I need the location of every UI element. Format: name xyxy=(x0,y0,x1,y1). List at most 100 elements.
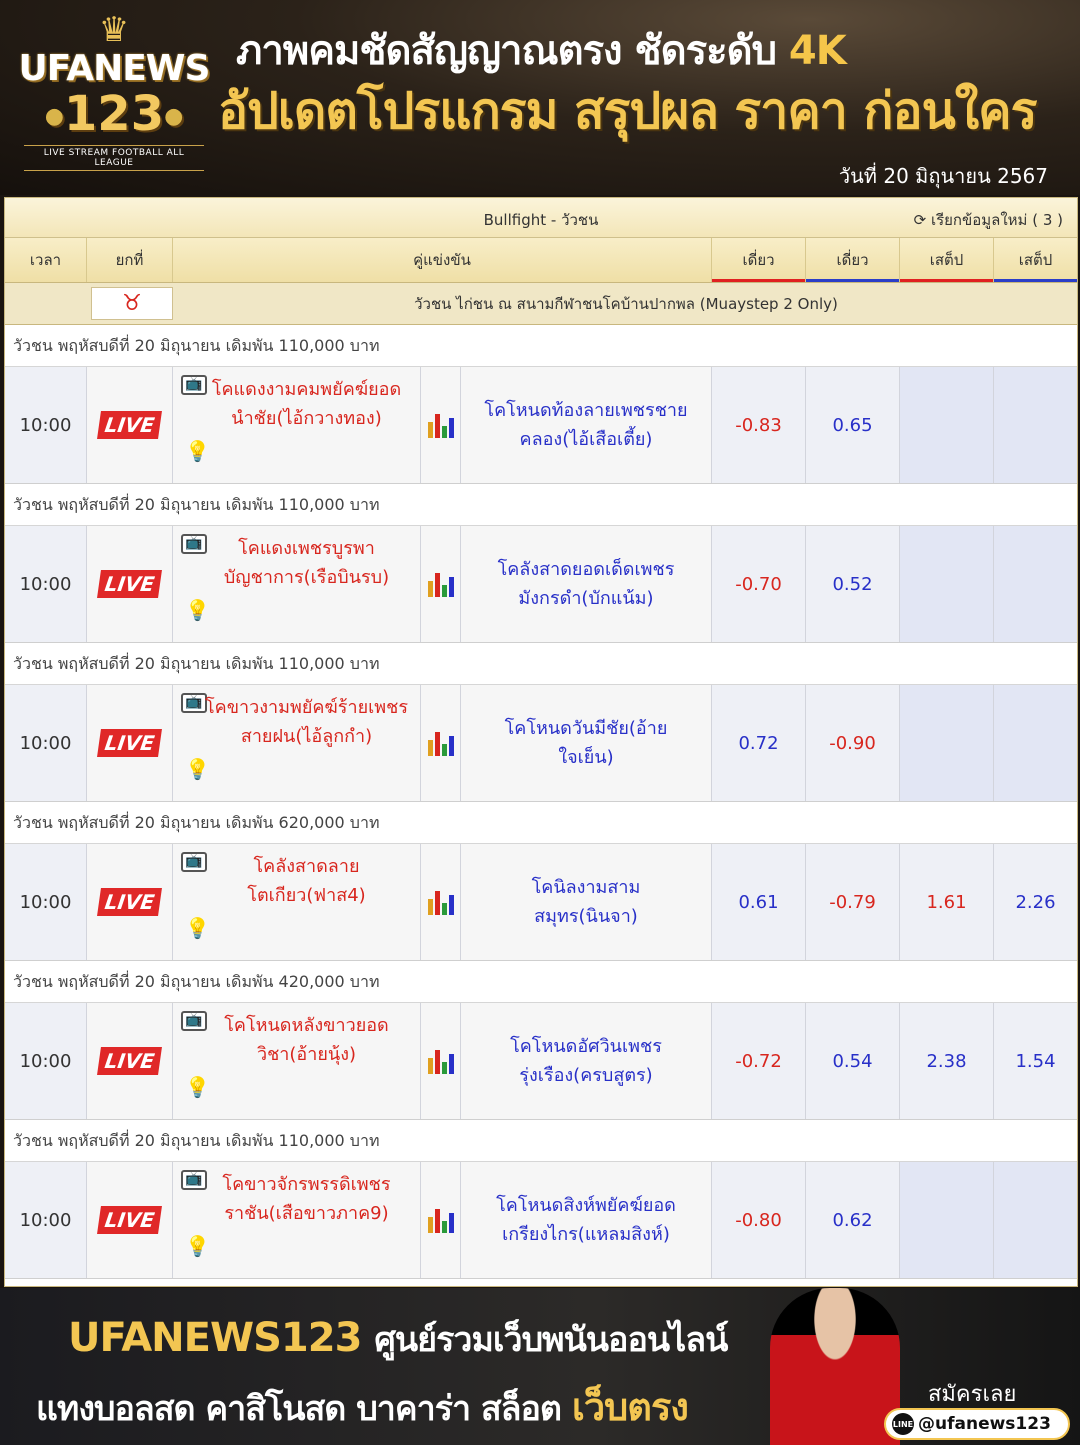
footer-services: แทงบอลสด คาสิโนสด บาคาร่า สล็อต xyxy=(36,1389,562,1429)
lightbulb-icon[interactable]: 💡 xyxy=(185,1234,210,1258)
odds-cell[interactable]: 0.65 xyxy=(806,367,900,483)
away-team-name[interactable]: โคโหนดวันมีชัย(อ้ายใจเย็น) xyxy=(461,685,712,801)
match-time: 10:00 xyxy=(5,685,87,801)
away-team-name[interactable]: โคลังสาดยอดเด็ดเพชรมังกรดำ(บักแน้ม) xyxy=(461,526,712,642)
logo-brand: UFANEWS xyxy=(18,48,211,89)
odds-cell xyxy=(994,685,1077,801)
col-step-1: เสต็ป xyxy=(900,238,994,282)
odds-cell xyxy=(994,367,1077,483)
live-badge-cell[interactable]: LIVE xyxy=(87,1003,173,1119)
match-list: วัวชน พฤหัสบดีที่ 20 มิถุนายน เดิมพัน 11… xyxy=(5,325,1077,1279)
lightbulb-icon[interactable]: 💡 xyxy=(185,916,210,940)
live-badge[interactable]: LIVE xyxy=(96,411,163,439)
match-time: 10:00 xyxy=(5,1003,87,1119)
live-badge-cell[interactable]: LIVE xyxy=(87,526,173,642)
match-time: 10:00 xyxy=(5,844,87,960)
home-team-name[interactable]: โคลังสาดลายโตเกียว(ฟาส4) xyxy=(203,852,410,910)
odds-panel: Bullfight - วัวชน ⟳ เรียกข้อมูลใหม่ ( 3 … xyxy=(4,197,1078,1287)
banner-footer: UFANEWS123 ศูนย์รวมเว็บพนันออนไลน์ แทงบอ… xyxy=(0,1288,1080,1445)
home-team-cell: 📺 โคแดงเพชรบูรพาบัญชาการ(เรือบินรบ) 💡 xyxy=(173,526,421,642)
match-row: 10:00 LIVE 📺 โคแดงงามคมพยัคฆ์ยอดนำชัย(ไอ้กว… xyxy=(5,367,1077,484)
odds-cell[interactable]: -0.80 xyxy=(712,1162,806,1278)
logo-number: 123 xyxy=(63,86,165,142)
odds-cell xyxy=(994,1162,1077,1278)
live-badge-cell[interactable]: LIVE xyxy=(87,367,173,483)
stats-cell[interactable] xyxy=(421,1162,461,1278)
odds-cell xyxy=(900,526,994,642)
home-team-cell: 📺 โคลังสาดลายโตเกียว(ฟาส4) 💡 xyxy=(173,844,421,960)
brand-logo: ♛ UFANEWS ●123● LIVE STREAM FOOTBALL ALL… xyxy=(18,10,210,188)
away-team-name[interactable]: โคโหนดท้องลายเพชรชายคลอง(ไอ้เสือเตี้ย) xyxy=(461,367,712,483)
match-subheader: วัวชน พฤหัสบดีที่ 20 มิถุนายน เดิมพัน 11… xyxy=(5,1120,1077,1162)
panel-titlebar: Bullfight - วัวชน ⟳ เรียกข้อมูลใหม่ ( 3 … xyxy=(5,198,1077,238)
live-badge-cell[interactable]: LIVE xyxy=(87,844,173,960)
col-time: เวลา xyxy=(5,238,87,282)
odds-cell[interactable]: 1.54 xyxy=(994,1003,1077,1119)
refresh-icon: ⟳ xyxy=(913,211,927,229)
away-team-name[interactable]: โคโหนดสิงห์พยัคฆ์ยอดเกรียงไกร(แหลมสิงห์) xyxy=(461,1162,712,1278)
live-badge-cell[interactable]: LIVE xyxy=(87,1162,173,1278)
odds-cell[interactable]: -0.83 xyxy=(712,367,806,483)
stats-icon[interactable] xyxy=(427,889,454,915)
odds-cell[interactable]: 2.26 xyxy=(994,844,1077,960)
match-row: 10:00 LIVE 📺 โคโหนดหลังขาวยอดวิชา(อ้ายนุ้ง)… xyxy=(5,1003,1077,1120)
line-contact-button[interactable]: LINE @ufanews123 xyxy=(884,1408,1070,1440)
col-round: ยกที่ xyxy=(87,238,173,282)
home-team-name[interactable]: โคแดงงามคมพยัคฆ์ยอดนำชัย(ไอ้กวางทอง) xyxy=(203,375,410,433)
stats-cell[interactable] xyxy=(421,1003,461,1119)
home-team-cell: 📺 โคขาวจักรพรรดิเพชรราชัน(เสือขาวภาค9) 💡 xyxy=(173,1162,421,1278)
odds-cell[interactable]: 0.52 xyxy=(806,526,900,642)
odds-cell[interactable]: 0.54 xyxy=(806,1003,900,1119)
match-subheader: วัวชน พฤหัสบดีที่ 20 มิถุนายน เดิมพัน 11… xyxy=(5,643,1077,685)
home-team-cell: 📺 โคแดงงามคมพยัคฆ์ยอดนำชัย(ไอ้กวางทอง) 💡 xyxy=(173,367,421,483)
footer-direct: เว็บตรง xyxy=(571,1385,689,1429)
live-badge-cell[interactable]: LIVE xyxy=(87,685,173,801)
live-badge[interactable]: LIVE xyxy=(96,729,163,757)
lightbulb-icon[interactable]: 💡 xyxy=(185,439,210,463)
stats-icon[interactable] xyxy=(427,1048,454,1074)
match-subheader: วัวชน พฤหัสบดีที่ 20 มิถุนายน เดิมพัน 62… xyxy=(5,802,1077,844)
stats-cell[interactable] xyxy=(421,844,461,960)
lightbulb-icon[interactable]: 💡 xyxy=(185,1075,210,1099)
odds-cell[interactable]: 0.72 xyxy=(712,685,806,801)
home-team-name[interactable]: โคขาวจักรพรรดิเพชรราชัน(เสือขาวภาค9) xyxy=(203,1170,410,1228)
line-icon: LINE xyxy=(892,1413,914,1435)
stats-icon[interactable] xyxy=(427,730,454,756)
stats-icon[interactable] xyxy=(427,412,454,438)
bull-icon: ♉ xyxy=(91,287,173,320)
odds-cell[interactable]: -0.90 xyxy=(806,685,900,801)
apply-button[interactable]: สมัครเลย xyxy=(928,1376,1016,1411)
odds-cell[interactable]: 1.61 xyxy=(900,844,994,960)
lightbulb-icon[interactable]: 💡 xyxy=(185,598,210,622)
home-team-name[interactable]: โคโหนดหลังขาวยอดวิชา(อ้ายนุ้ง) xyxy=(203,1011,410,1069)
col-match: คู่แข่งขัน xyxy=(173,238,712,282)
stats-icon[interactable] xyxy=(427,571,454,597)
home-team-name[interactable]: โคแดงเพชรบูรพาบัญชาการ(เรือบินรบ) xyxy=(203,534,410,592)
match-row: 10:00 LIVE 📺 โคขาวจักรพรรดิเพชรราชัน(เสือขา… xyxy=(5,1162,1077,1279)
odds-cell[interactable]: -0.70 xyxy=(712,526,806,642)
stats-icon[interactable] xyxy=(427,1207,454,1233)
odds-cell[interactable]: -0.79 xyxy=(806,844,900,960)
player-image xyxy=(770,1288,900,1445)
away-team-name[interactable]: โคนิลงามสามสมุทร(นินจา) xyxy=(461,844,712,960)
league-name: วัวชน ไก่ชน ณ สนามกีฬาชนโคบ้านปากพล (Mua… xyxy=(414,295,838,313)
live-badge[interactable]: LIVE xyxy=(96,888,163,916)
stats-cell[interactable] xyxy=(421,526,461,642)
odds-cell[interactable]: 2.38 xyxy=(900,1003,994,1119)
ball-icon: ● xyxy=(164,104,184,129)
refresh-button[interactable]: ⟳ เรียกข้อมูลใหม่ ( 3 ) xyxy=(914,208,1063,232)
odds-cell[interactable]: 0.62 xyxy=(806,1162,900,1278)
home-team-name[interactable]: โคขาวงามพยัคฆ์ร้ายเพชรสายฝน(ไอ้ลูกกำ) xyxy=(203,693,410,751)
live-badge[interactable]: LIVE xyxy=(96,1206,163,1234)
match-row: 10:00 LIVE 📺 โคแดงเพชรบูรพาบัญชาการ(เรือบิน… xyxy=(5,526,1077,643)
odds-cell[interactable]: -0.72 xyxy=(712,1003,806,1119)
live-badge[interactable]: LIVE xyxy=(96,1047,163,1075)
live-badge[interactable]: LIVE xyxy=(96,570,163,598)
stats-cell[interactable] xyxy=(421,685,461,801)
odds-cell xyxy=(994,526,1077,642)
odds-cell[interactable]: 0.61 xyxy=(712,844,806,960)
lightbulb-icon[interactable]: 💡 xyxy=(185,757,210,781)
stats-cell[interactable] xyxy=(421,367,461,483)
match-subheader: วัวชน พฤหัสบดีที่ 20 มิถุนายน เดิมพัน 42… xyxy=(5,961,1077,1003)
away-team-name[interactable]: โคโหนดอัศวินเพชรรุ่งเรือง(ครบสูตร) xyxy=(461,1003,712,1119)
